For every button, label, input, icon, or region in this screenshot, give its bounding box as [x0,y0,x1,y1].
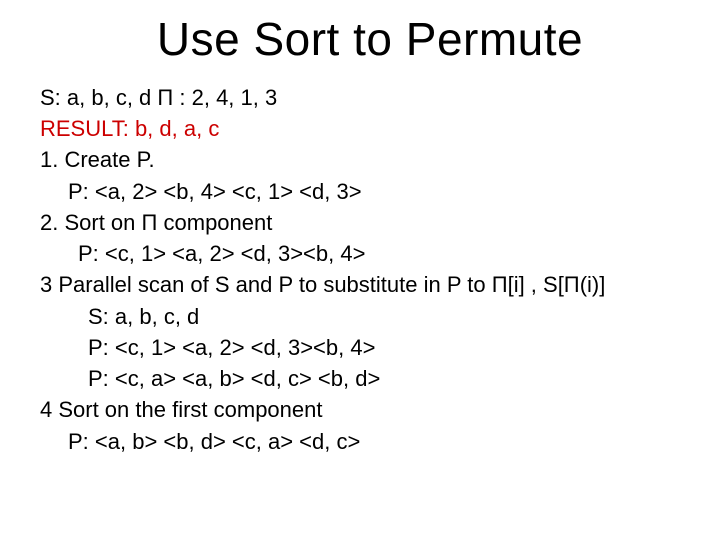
slide-body: S: a, b, c, d Π : 2, 4, 1, 3 RESULT: b, … [40,82,700,457]
text-line: RESULT: b, d, a, c [40,113,700,144]
slide: Use Sort to Permute S: a, b, c, d Π : 2,… [0,0,720,540]
text-line: 1. Create P. [40,144,700,175]
text-line: 4 Sort on the first component [40,394,700,425]
text-line: S: a, b, c, d Π : 2, 4, 1, 3 [40,82,700,113]
text-line: P: <c, 1> <a, 2> <d, 3><b, 4> [40,332,700,363]
text-line: S: a, b, c, d [40,301,700,332]
text-line: P: <c, a> <a, b> <d, c> <b, d> [40,363,700,394]
slide-title: Use Sort to Permute [40,12,700,66]
text-line: P: <c, 1> <a, 2> <d, 3><b, 4> [40,238,700,269]
text-line: 3 Parallel scan of S and P to substitute… [40,269,700,300]
text-line: 2. Sort on Π component [40,207,700,238]
text-line: P: <a, b> <b, d> <c, a> <d, c> [40,426,700,457]
text-line: P: <a, 2> <b, 4> <c, 1> <d, 3> [40,176,700,207]
